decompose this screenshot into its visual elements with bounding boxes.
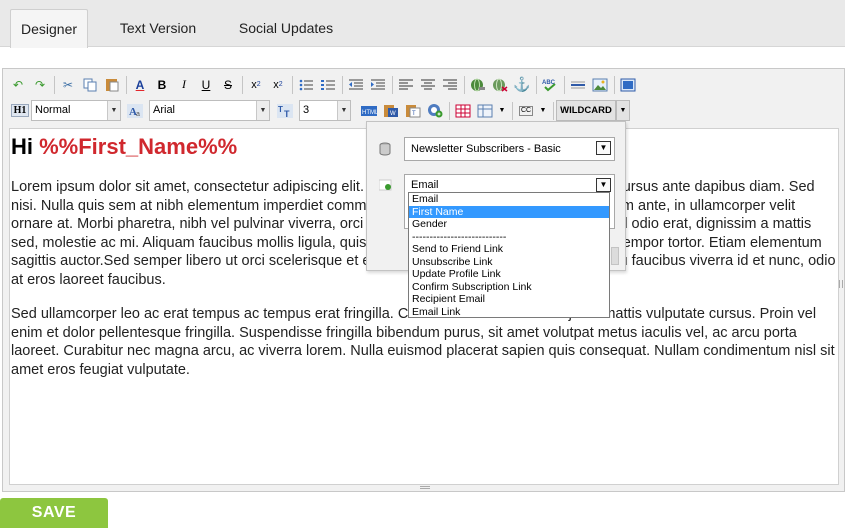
list-select-value: Newsletter Subscribers - Basic bbox=[411, 143, 561, 155]
link-icon[interactable] bbox=[468, 74, 488, 95]
save-button[interactable]: SAVE bbox=[0, 498, 108, 528]
html-block-icon[interactable]: HTML bbox=[359, 100, 379, 121]
tab-designer[interactable]: Designer bbox=[10, 9, 88, 48]
anchor-icon[interactable]: ⚓ bbox=[512, 74, 532, 95]
svg-text:HTML: HTML bbox=[362, 110, 377, 116]
font-size-select[interactable]: 3 ▼ bbox=[299, 100, 351, 121]
undo-icon[interactable]: ↶ bbox=[8, 74, 28, 95]
dropdown-option[interactable]: Update Profile Link bbox=[409, 268, 609, 281]
chevron-down-icon[interactable]: ▼ bbox=[616, 100, 630, 121]
svg-text:a: a bbox=[136, 111, 140, 118]
unlink-icon[interactable] bbox=[490, 74, 510, 95]
strikethrough-icon[interactable]: S bbox=[218, 74, 238, 95]
align-right-icon[interactable] bbox=[440, 74, 460, 95]
svg-text:T: T bbox=[412, 111, 416, 117]
redo-icon[interactable]: ↷ bbox=[30, 74, 50, 95]
side-grip[interactable] bbox=[839, 280, 843, 288]
chevron-down-icon: ▼ bbox=[107, 101, 120, 120]
tab-bar: Designer Text Version Social Updates bbox=[0, 0, 845, 48]
cc-button[interactable]: CC bbox=[516, 100, 536, 121]
heading-icon: H1 bbox=[10, 100, 30, 121]
dropdown-option[interactable]: Email bbox=[409, 193, 609, 206]
paste-word-icon[interactable]: W bbox=[381, 100, 401, 121]
svg-text:T: T bbox=[278, 105, 283, 114]
subscript-icon[interactable]: x2 bbox=[246, 74, 266, 95]
field-dropdown-list: Email First Name Gender ----------------… bbox=[408, 192, 610, 318]
dropdown-option[interactable]: Unsubscribe Link bbox=[409, 256, 609, 269]
format-select[interactable]: Normal ▼ bbox=[31, 100, 121, 121]
bulleted-list-icon[interactable] bbox=[296, 74, 316, 95]
field-select-value: Email bbox=[411, 179, 439, 191]
align-left-icon[interactable] bbox=[396, 74, 416, 95]
chevron-down-icon: ▼ bbox=[596, 141, 611, 155]
underline-icon[interactable]: U bbox=[196, 74, 216, 95]
database-icon bbox=[379, 142, 391, 159]
superscript-icon[interactable]: x2 bbox=[268, 74, 288, 95]
indent-icon[interactable] bbox=[368, 74, 388, 95]
paste-icon[interactable] bbox=[102, 74, 122, 95]
italic-icon[interactable]: I bbox=[174, 74, 194, 95]
add-field-icon bbox=[378, 179, 393, 194]
font-size-value: 3 bbox=[303, 104, 310, 116]
dropdown-option-highlighted[interactable]: First Name bbox=[409, 205, 609, 218]
svg-text:W: W bbox=[390, 111, 396, 117]
wildcard-label: WILDCARD bbox=[560, 105, 612, 116]
first-name-merge-tag: %%First_Name%% bbox=[39, 134, 238, 159]
spellcheck-icon[interactable]: ABC bbox=[540, 74, 560, 95]
toolbar-row-1: ↶ ↷ ✂ A B I U S x2 x2 ⚓ ABC bbox=[5, 74, 843, 96]
paste-text-icon[interactable]: T bbox=[403, 100, 423, 121]
format-value: Normal bbox=[35, 104, 71, 116]
chevron-down-icon[interactable]: ▼ bbox=[536, 100, 550, 121]
image-icon[interactable] bbox=[590, 74, 610, 95]
horizontal-rule-icon[interactable] bbox=[568, 74, 588, 95]
cut-icon[interactable]: ✂ bbox=[58, 74, 78, 95]
tab-text-version[interactable]: Text Version bbox=[106, 9, 210, 47]
wildcard-button[interactable]: WILDCARD bbox=[556, 100, 616, 121]
resize-grip[interactable] bbox=[420, 486, 430, 489]
dropdown-option[interactable]: Confirm Subscription Link bbox=[409, 281, 609, 294]
list-select[interactable]: Newsletter Subscribers - Basic ▼ bbox=[404, 137, 615, 161]
chevron-down-icon[interactable]: ▼ bbox=[495, 100, 509, 121]
tab-social-updates[interactable]: Social Updates bbox=[228, 9, 344, 47]
table-icon[interactable] bbox=[453, 100, 473, 121]
popup-button-edge[interactable] bbox=[611, 247, 619, 265]
source-view-icon[interactable] bbox=[618, 74, 638, 95]
align-center-icon[interactable] bbox=[418, 74, 438, 95]
greeting-text: Hi bbox=[11, 134, 40, 159]
svg-text:T: T bbox=[284, 109, 290, 118]
font-family-select[interactable]: Arial ▼ bbox=[149, 100, 270, 121]
font-color-icon[interactable]: A bbox=[130, 74, 150, 95]
outdent-icon[interactable] bbox=[346, 74, 366, 95]
chevron-down-icon: ▼ bbox=[256, 101, 269, 120]
chevron-down-icon: ▼ bbox=[596, 178, 611, 192]
numbered-list-icon[interactable] bbox=[318, 74, 338, 95]
dropdown-option[interactable]: Send to Friend Link bbox=[409, 243, 609, 256]
cc-label: CC bbox=[518, 105, 534, 116]
bold-icon[interactable]: B bbox=[152, 74, 172, 95]
toolbar-row-2: H1 Normal ▼ Aa Arial ▼ TT 3 ▼ HTML W T ▼… bbox=[5, 100, 843, 122]
table-properties-icon[interactable] bbox=[475, 100, 495, 121]
font-family-icon: Aa bbox=[125, 100, 145, 121]
font-size-icon: TT bbox=[275, 100, 295, 121]
copy-icon[interactable] bbox=[80, 74, 100, 95]
dropdown-separator: --------------------------- bbox=[412, 230, 507, 243]
dropdown-option[interactable]: Email Link bbox=[409, 306, 609, 319]
dropdown-option[interactable]: Recipient Email bbox=[409, 293, 609, 306]
insert-field-icon[interactable] bbox=[425, 100, 445, 121]
chevron-down-icon: ▼ bbox=[337, 101, 350, 120]
dropdown-option[interactable]: Gender bbox=[409, 218, 609, 231]
font-family-value: Arial bbox=[153, 104, 176, 116]
